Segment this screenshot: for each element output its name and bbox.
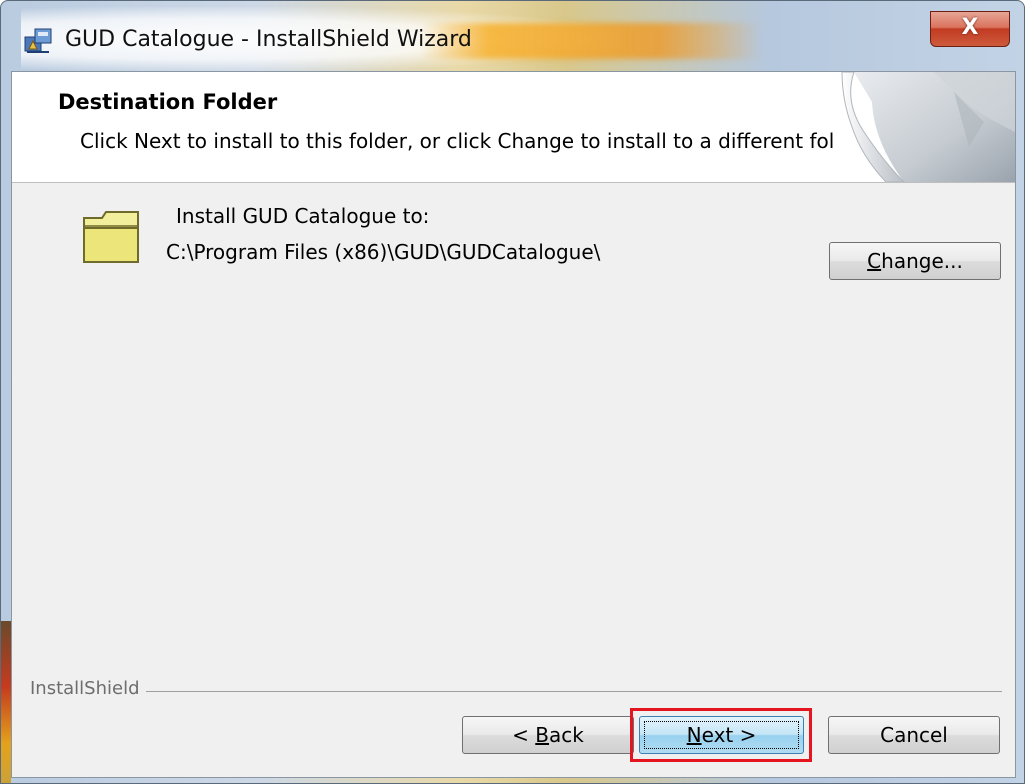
title-reflection — [421, 23, 761, 59]
change-mnemonic: C — [867, 249, 882, 273]
next-button[interactable]: Next > — [639, 716, 804, 754]
back-prefix: < — [512, 723, 536, 747]
title-bar[interactable]: GUD Catalogue - InstallShield Wizard X — [1, 1, 1024, 71]
change-button[interactable]: Change... — [829, 242, 1001, 280]
installer-window: GUD Catalogue - InstallShield Wizard X D… — [0, 0, 1025, 784]
installer-icon — [24, 28, 52, 53]
back-button[interactable]: < Back — [462, 716, 634, 754]
wizard-header: Destination Folder Click Next to install… — [12, 72, 1015, 183]
page-curl-art — [834, 72, 1015, 182]
next-mnemonic: N — [686, 723, 702, 747]
wizard-panel: Destination Folder Click Next to install… — [11, 71, 1016, 778]
next-label: ext > — [701, 723, 757, 747]
window-title: GUD Catalogue - InstallShield Wizard — [65, 27, 472, 52]
close-button[interactable]: X — [930, 11, 1010, 47]
brand-label: InstallShield — [30, 678, 146, 699]
folder-icon — [83, 211, 139, 263]
cancel-button[interactable]: Cancel — [828, 716, 1000, 754]
change-label: hange... — [881, 249, 963, 273]
back-mnemonic: B — [535, 723, 549, 747]
install-path: C:\Program Files (x86)\GUD\GUDCatalogue\ — [166, 240, 601, 264]
footer-divider — [30, 691, 1002, 692]
close-icon: X — [961, 15, 979, 40]
install-label: Install GUD Catalogue to: — [176, 204, 430, 228]
page-subtitle: Click Next to install to this folder, or… — [80, 129, 873, 153]
back-label: ack — [549, 723, 584, 747]
page-title: Destination Folder — [58, 90, 278, 114]
